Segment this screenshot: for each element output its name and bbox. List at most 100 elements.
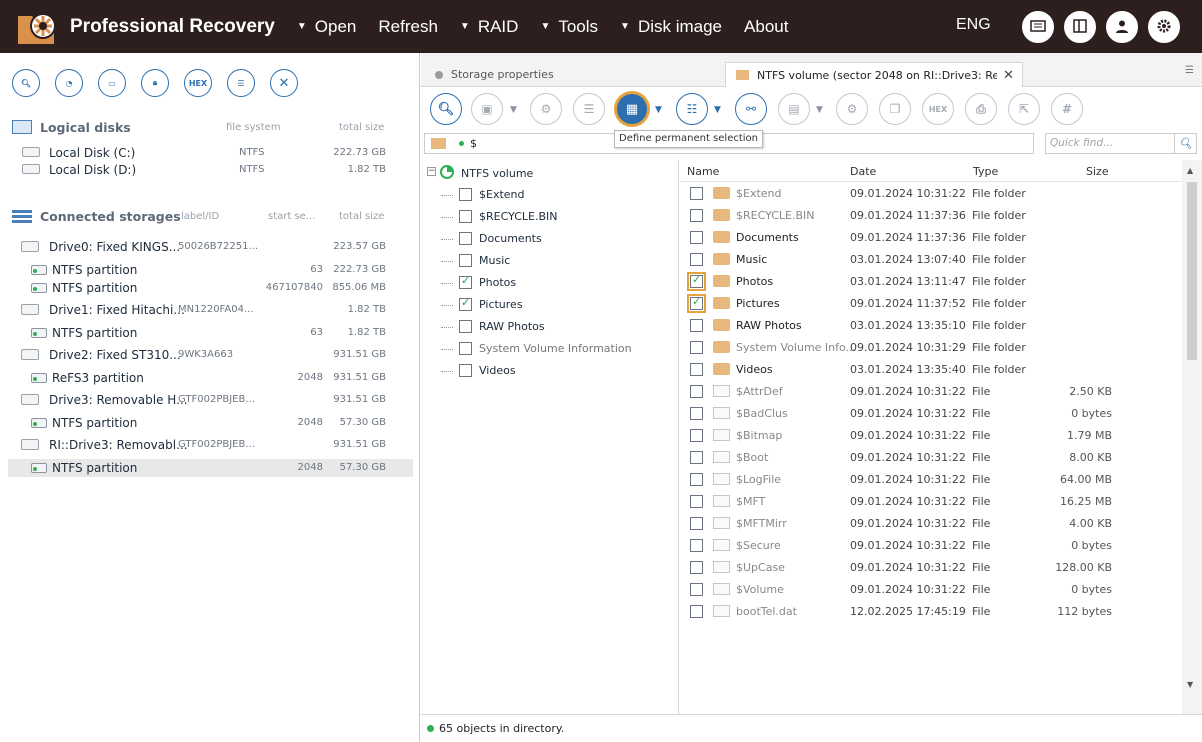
storage-drive-row[interactable]: Drive0: Fixed KINGS... 50026B72251... 223.… <box>8 238 413 256</box>
tree-item[interactable]: System Volume Information <box>441 339 671 359</box>
search-button[interactable]: 🔍︎ <box>430 93 462 125</box>
table-row[interactable]: Videos 03.01.2024 13:35:40 File folder <box>680 358 1182 380</box>
logical-disk-row[interactable]: Local Disk (D:) NTFS 1.82 TB <box>8 161 413 179</box>
log-button[interactable] <box>1022 11 1054 43</box>
caret-down-icon[interactable]: ▼ <box>816 105 823 115</box>
row-checkbox[interactable] <box>690 605 703 618</box>
row-checkbox[interactable] <box>690 341 703 354</box>
tree-checkbox[interactable] <box>459 342 472 355</box>
panel-toggle-button[interactable] <box>1064 11 1096 43</box>
storage-drive-row[interactable]: RI::Drive3: Removabl... GTF002PBJEB... 931… <box>8 436 413 454</box>
table-row[interactable]: bootTel.dat 12.02.2025 17:45:19 File 112 by… <box>680 600 1182 622</box>
close-tab-icon[interactable]: ✕ <box>1003 68 1014 83</box>
table-row[interactable]: Pictures 09.01.2024 11:37:52 File folder <box>680 292 1182 314</box>
row-checkbox[interactable] <box>690 539 703 552</box>
hex-view-button[interactable]: HEX <box>922 93 954 125</box>
export-button[interactable]: ⇱ <box>1008 93 1040 125</box>
properties-button[interactable]: ☰ <box>227 69 255 97</box>
image-button[interactable]: ▭ <box>98 69 126 97</box>
tab-menu-icon[interactable]: ☰ <box>1185 65 1194 76</box>
scroll-down-icon[interactable]: ▼ <box>1187 680 1193 689</box>
row-checkbox[interactable] <box>687 272 706 291</box>
row-checkbox[interactable] <box>690 253 703 266</box>
tree-checkbox[interactable] <box>459 296 472 311</box>
caret-down-icon[interactable]: ▼ <box>655 105 662 115</box>
tree-checkbox[interactable] <box>459 254 472 267</box>
table-row[interactable]: $LogFile 09.01.2024 10:31:22 File 64.00 MB <box>680 468 1182 490</box>
preview-button[interactable]: ▤ <box>778 93 810 125</box>
table-row[interactable]: $MFTMirr 09.01.2024 10:31:22 File 4.00 KB <box>680 512 1182 534</box>
storage-drive-row[interactable]: Drive3: Removable H... GTF002PBJEB... 931.… <box>8 391 413 409</box>
tree-item[interactable]: Videos <box>441 361 671 381</box>
logical-disk-row[interactable]: Local Disk (C:) NTFS 222.73 GB <box>8 144 413 162</box>
storage-partition-row[interactable]: NTFS partition 2048 57.30 GB <box>8 459 413 477</box>
table-row[interactable]: Documents 09.01.2024 11:37:36 File folder <box>680 226 1182 248</box>
row-checkbox[interactable] <box>690 385 703 398</box>
tree-item[interactable]: RAW Photos <box>441 317 671 337</box>
close-storage-button[interactable]: ✕ <box>270 69 298 97</box>
column-name[interactable]: Name <box>687 165 719 178</box>
tree-item[interactable]: Music <box>441 251 671 271</box>
table-row[interactable]: $Volume 09.01.2024 10:31:22 File 0 bytes <box>680 578 1182 600</box>
define-permanent-selection-button[interactable]: ▦ <box>614 91 650 127</box>
storage-partition-row[interactable]: NTFS partition 467107840 855.06 MB <box>8 279 413 297</box>
collapse-icon[interactable]: − <box>427 167 436 176</box>
row-checkbox[interactable] <box>690 561 703 574</box>
tree-checkbox[interactable] <box>459 232 472 245</box>
tab-storage-properties[interactable]: Storage properties <box>421 62 724 87</box>
row-checkbox[interactable] <box>690 363 703 376</box>
storage-drive-row[interactable]: Drive1: Fixed Hitachi... MN1220FA04... 1.8… <box>8 301 413 319</box>
row-checkbox[interactable] <box>690 407 703 420</box>
table-row[interactable]: $Boot 09.01.2024 10:31:22 File 8.00 KB <box>680 446 1182 468</box>
table-row[interactable]: Photos 03.01.2024 13:11:47 File folder <box>680 270 1182 292</box>
account-button[interactable] <box>1106 11 1138 43</box>
storage-partition-row[interactable]: NTFS partition 63 1.82 TB <box>8 324 413 342</box>
menu-refresh[interactable]: Refresh <box>378 17 438 37</box>
row-checkbox[interactable] <box>690 209 703 222</box>
table-row[interactable]: $UpCase 09.01.2024 10:31:22 File 128.00 KB <box>680 556 1182 578</box>
table-row[interactable]: $RECYCLE.BIN 09.01.2024 11:37:36 File fold… <box>680 204 1182 226</box>
storage-partition-row[interactable]: ReFS3 partition 2048 931.51 GB <box>8 369 413 387</box>
storage-drive-row[interactable]: Drive2: Fixed ST310... 9WK3A663 931.51 GB <box>8 346 413 364</box>
table-row[interactable]: $BadClus 09.01.2024 10:31:22 File 0 bytes <box>680 402 1182 424</box>
row-checkbox[interactable] <box>690 495 703 508</box>
tree-root[interactable]: − NTFS volume <box>427 164 667 184</box>
select-list-button[interactable]: ☰ <box>573 93 605 125</box>
row-checkbox[interactable] <box>687 294 706 313</box>
row-checkbox[interactable] <box>690 319 703 332</box>
table-row[interactable]: RAW Photos 03.01.2024 13:35:10 File folder <box>680 314 1182 336</box>
list-scrollbar[interactable]: ▲ ▼ <box>1182 160 1202 714</box>
table-row[interactable]: $Secure 09.01.2024 10:31:22 File 0 bytes <box>680 534 1182 556</box>
caret-down-icon[interactable]: ▼ <box>510 105 517 115</box>
column-type[interactable]: Type <box>973 165 998 178</box>
quick-find-input[interactable]: Quick find... 🔍︎ <box>1045 133 1197 154</box>
language-selector[interactable]: ENG <box>956 16 991 34</box>
search-icon[interactable]: 🔍︎ <box>1174 134 1196 153</box>
row-checkbox[interactable] <box>690 451 703 464</box>
menu-raid[interactable]: ▼ RAID <box>460 17 519 37</box>
storage-partition-row[interactable]: NTFS partition 63 222.73 GB <box>8 261 413 279</box>
table-row[interactable]: $MFT 09.01.2024 10:31:22 File 16.25 MB <box>680 490 1182 512</box>
view-button[interactable]: ☷ <box>676 93 708 125</box>
hex-button[interactable]: HEX <box>184 69 212 97</box>
menu-open[interactable]: ▼ Open <box>297 17 357 37</box>
table-row[interactable]: $Bitmap 09.01.2024 10:31:22 File 1.79 MB <box>680 424 1182 446</box>
row-checkbox[interactable] <box>690 231 703 244</box>
table-row[interactable]: System Volume Info... 09.01.2024 10:31:29… <box>680 336 1182 358</box>
table-row[interactable]: Music 03.01.2024 13:07:40 File folder <box>680 248 1182 270</box>
save-button[interactable]: ▣ <box>471 93 503 125</box>
tree-checkbox[interactable] <box>459 320 472 333</box>
tree-item[interactable]: $Extend <box>441 185 671 205</box>
settings-button[interactable] <box>1148 11 1180 43</box>
column-size[interactable]: Size <box>1086 165 1109 178</box>
scan-button[interactable]: 🔍︎ <box>12 69 40 97</box>
menu-disk-image[interactable]: ▼ Disk image <box>620 17 722 37</box>
row-checkbox[interactable] <box>690 187 703 200</box>
column-date[interactable]: Date <box>850 165 876 178</box>
caret-down-icon[interactable]: ▼ <box>714 105 721 115</box>
lock-button[interactable]: 🔒︎ <box>141 69 169 97</box>
print-button[interactable]: ⎙ <box>965 93 997 125</box>
tab-ntfs-volume[interactable]: NTFS volume (sector 2048 on RI::Drive3: … <box>725 62 1023 87</box>
row-checkbox[interactable] <box>690 517 703 530</box>
menu-about[interactable]: About <box>744 17 788 37</box>
